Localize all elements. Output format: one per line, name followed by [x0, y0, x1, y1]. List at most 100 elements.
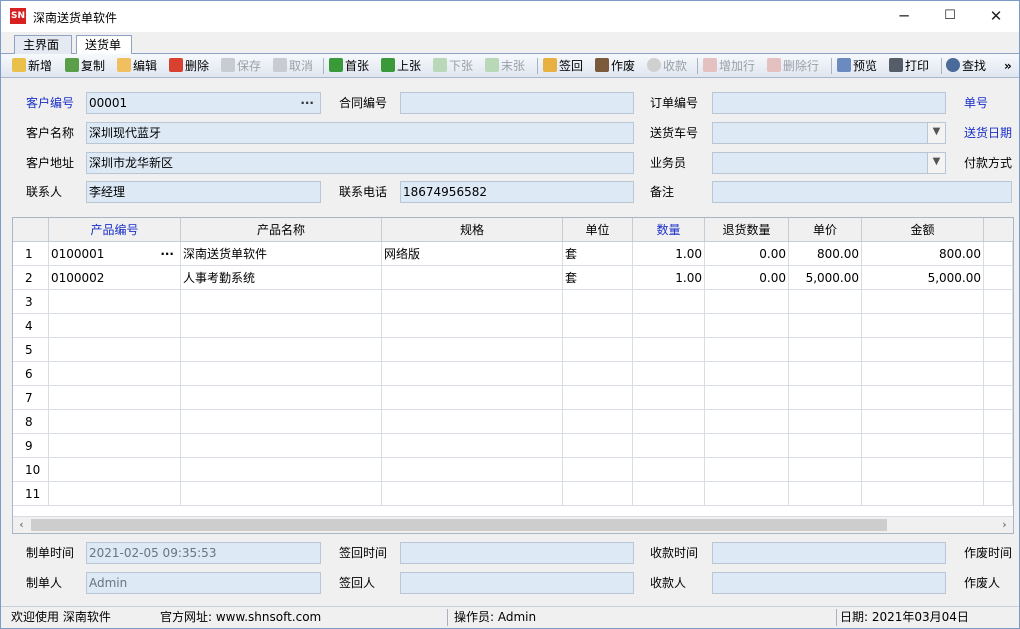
cell-unit-price[interactable]	[789, 458, 862, 482]
cell-return-qty[interactable]	[705, 410, 789, 434]
save-button[interactable]: 保存	[221, 56, 261, 76]
cell-quantity[interactable]	[633, 338, 705, 362]
cell-amount[interactable]	[862, 458, 984, 482]
cell-product-name[interactable]	[181, 362, 382, 386]
edit-button[interactable]: 编辑	[117, 56, 157, 76]
cell-quantity[interactable]: 1.00	[633, 266, 705, 290]
chevron-down-icon[interactable]: ▼	[927, 153, 945, 173]
cell-quantity[interactable]	[633, 290, 705, 314]
customer-name-field[interactable]: 深圳现代蓝牙	[86, 122, 634, 144]
cell-quantity[interactable]	[633, 458, 705, 482]
cell-amount[interactable]	[862, 386, 984, 410]
cell-quantity[interactable]	[633, 386, 705, 410]
last-button[interactable]: 末张	[485, 56, 525, 76]
col-return-qty[interactable]: 退货数量	[705, 218, 789, 242]
cell-product-code[interactable]	[49, 410, 181, 434]
cell-spec[interactable]: 网络版	[382, 242, 563, 266]
cell-return-qty[interactable]: 0.00	[705, 242, 789, 266]
cell-unit[interactable]: 套	[563, 242, 633, 266]
cell-quantity[interactable]: 1.00	[633, 242, 705, 266]
col-spec[interactable]: 规格	[382, 218, 563, 242]
table-row[interactable]: 5	[13, 338, 1013, 362]
cell-unit-price[interactable]	[789, 314, 862, 338]
tab-delivery-note[interactable]: 送货单	[76, 35, 132, 55]
cell-product-code[interactable]	[49, 338, 181, 362]
col-unit-price[interactable]: 单价	[789, 218, 862, 242]
tab-main[interactable]: 主界面	[14, 35, 72, 54]
cell-amount[interactable]	[862, 290, 984, 314]
cell-product-code[interactable]	[49, 482, 181, 506]
scrollbar-thumb[interactable]	[31, 519, 887, 531]
cell-unit-price[interactable]	[789, 290, 862, 314]
col-product-code[interactable]: 产品编号	[49, 218, 181, 242]
cell-unit-price[interactable]	[789, 386, 862, 410]
cell-amount[interactable]: 5,000.00	[862, 266, 984, 290]
table-row[interactable]: 7	[13, 386, 1013, 410]
cell-product-code[interactable]: 0100001 ···	[49, 242, 181, 266]
table-row[interactable]: 1 0100001 ··· 深南送货单软件 网络版套 1.00 0.00 800.00 800.…	[13, 242, 1013, 266]
cell-unit-price[interactable]	[789, 482, 862, 506]
cell-spec[interactable]	[382, 458, 563, 482]
order-no-field[interactable]	[712, 92, 946, 114]
cell-unit-price[interactable]	[789, 434, 862, 458]
cell-unit[interactable]	[563, 362, 633, 386]
cell-unit[interactable]	[563, 338, 633, 362]
preview-button[interactable]: 预览	[837, 56, 877, 76]
col-amount[interactable]: 金额	[862, 218, 984, 242]
table-row[interactable]: 8	[13, 410, 1013, 434]
cell-product-name[interactable]	[181, 290, 382, 314]
cell-return-qty[interactable]	[705, 482, 789, 506]
cell-amount[interactable]	[862, 410, 984, 434]
cell-quantity[interactable]	[633, 362, 705, 386]
customer-no-field[interactable]: 00001 ···	[86, 92, 321, 114]
cell-product-name[interactable]	[181, 338, 382, 362]
cell-unit[interactable]	[563, 290, 633, 314]
cell-product-code[interactable]: 0100002	[49, 266, 181, 290]
cell-unit-price[interactable]: 5,000.00	[789, 266, 862, 290]
cell-product-code[interactable]	[49, 314, 181, 338]
table-row[interactable]: 4	[13, 314, 1013, 338]
lookup-ellipsis-icon[interactable]: ···	[160, 242, 174, 265]
cell-unit[interactable]	[563, 314, 633, 338]
customer-address-field[interactable]: 深圳市龙华新区	[86, 152, 634, 174]
cell-return-qty[interactable]: 0.00	[705, 266, 789, 290]
cell-quantity[interactable]	[633, 314, 705, 338]
cell-unit-price[interactable]	[789, 338, 862, 362]
contact-field[interactable]: 李经理	[86, 181, 321, 203]
cell-return-qty[interactable]	[705, 362, 789, 386]
find-button[interactable]: 查找	[946, 56, 986, 76]
void-button[interactable]: 作废	[595, 56, 635, 76]
sign-button[interactable]: 签回	[543, 56, 583, 76]
cell-product-code[interactable]	[49, 434, 181, 458]
cell-product-code[interactable]	[49, 290, 181, 314]
cell-unit[interactable]	[563, 458, 633, 482]
cell-unit-price[interactable]	[789, 410, 862, 434]
table-row[interactable]: 11	[13, 482, 1013, 506]
cell-unit[interactable]	[563, 410, 633, 434]
cell-unit[interactable]	[563, 434, 633, 458]
delete-button[interactable]: 删除	[169, 56, 209, 76]
cell-spec[interactable]	[382, 434, 563, 458]
copy-button[interactable]: 复制	[65, 56, 105, 76]
table-row[interactable]: 9	[13, 434, 1013, 458]
cell-unit-price[interactable]: 800.00	[789, 242, 862, 266]
cell-return-qty[interactable]	[705, 314, 789, 338]
first-button[interactable]: 首张	[329, 56, 369, 76]
cell-spec[interactable]	[382, 290, 563, 314]
cell-spec[interactable]	[382, 338, 563, 362]
contract-no-field[interactable]	[400, 92, 634, 114]
remark-field[interactable]	[712, 181, 1012, 203]
cell-amount[interactable]	[862, 338, 984, 362]
col-product-name[interactable]: 产品名称	[181, 218, 382, 242]
cell-quantity[interactable]	[633, 410, 705, 434]
table-row[interactable]: 6	[13, 362, 1013, 386]
cell-spec[interactable]	[382, 482, 563, 506]
lookup-ellipsis-icon[interactable]: ···	[300, 93, 314, 113]
cell-unit-price[interactable]	[789, 362, 862, 386]
salesman-combo[interactable]: ▼	[712, 152, 946, 174]
maximize-button[interactable]: ☐	[927, 1, 973, 31]
cell-amount[interactable]	[862, 362, 984, 386]
cell-product-name[interactable]: 深南送货单软件	[181, 242, 382, 266]
cell-product-code[interactable]	[49, 362, 181, 386]
prev-button[interactable]: 上张	[381, 56, 421, 76]
